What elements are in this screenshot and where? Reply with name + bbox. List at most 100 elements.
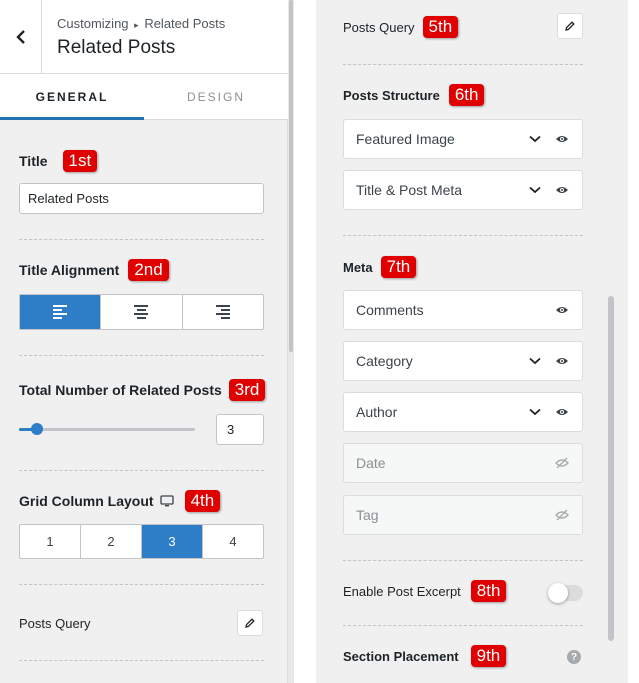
posts-query-row: Posts Query 5th [343,16,459,38]
meta-item-label: Author [356,404,398,420]
left-panel: Customizing ▸ Related Posts Related Post… [0,0,288,683]
meta-item-label: Date [356,455,386,471]
posts-query-edit-button-right[interactable] [557,13,583,39]
divider [19,239,264,240]
eye-icon[interactable] [554,405,570,419]
chevron-down-icon[interactable] [528,183,542,197]
divider [19,470,264,471]
divider [19,355,264,356]
title-alignment-label: Title Alignment [19,262,120,278]
align-center-button[interactable] [101,295,183,329]
title-label: Title [19,153,48,169]
total-related-label: Total Number of Related Posts [19,382,222,398]
step-badge-1st: 1st [62,150,98,172]
excerpt-label: Enable Post Excerpt [343,583,461,599]
meta-item-label: Tag [356,507,379,523]
posts-structure-row: Posts Structure 6th [343,84,485,106]
right-edge-strip [628,0,639,683]
total-slider-handle[interactable] [30,423,43,435]
total-section-label: Total Number of Related Posts 3rd [19,379,266,401]
chevron-left-icon [15,30,25,44]
page-title: Related Posts [57,37,176,58]
divider [19,584,264,585]
excerpt-toggle[interactable] [548,583,583,603]
meta-item-tag[interactable]: Tag [343,495,583,535]
chevron-down-icon[interactable] [528,405,542,419]
meta-item-category[interactable]: Category [343,341,583,381]
eye-hidden-icon[interactable] [554,456,570,470]
toggle-knob [548,583,568,603]
tab-general[interactable]: GENERAL [0,74,144,120]
step-badge-7th: 7th [380,256,417,278]
pencil-icon [565,21,575,31]
grid-section-label: Grid Column Layout 4th [19,490,221,512]
posts-query-label-right: Posts Query [343,19,415,35]
step-badge-4th: 4th [184,490,221,512]
meta-label: Meta [343,259,373,275]
grid-option-1[interactable]: 1 [20,525,81,558]
breadcrumb-root: Customizing [57,16,129,31]
customizer-screen: Customizing ▸ Related Posts Related Post… [0,0,639,683]
help-icon[interactable]: ? [567,650,581,664]
step-badge-9th: 9th [470,645,507,667]
align-right-button[interactable] [183,295,263,329]
title-input[interactable] [19,183,264,214]
align-left-button[interactable] [20,295,102,329]
excerpt-row: Enable Post Excerpt 8th [343,580,507,602]
step-badge-5th: 5th [422,16,459,38]
grid-option-2[interactable]: 2 [81,525,142,558]
step-badge-8th: 8th [470,580,507,602]
pencil-icon [245,618,255,628]
divider [343,64,583,65]
posts-query-edit-button[interactable] [237,610,263,636]
grid-option-4[interactable]: 4 [203,525,263,558]
breadcrumb: Customizing ▸ Related Posts [57,16,225,31]
right-scrollbar-thumb[interactable] [608,296,614,641]
meta-row: Meta 7th [343,256,417,278]
align-right-icon [215,305,230,319]
eye-icon[interactable] [554,183,570,197]
tab-bar: GENERAL DESIGN [0,74,288,120]
breadcrumb-current: Related Posts [144,16,226,31]
posts-structure-label: Posts Structure [343,87,440,103]
divider [343,560,583,561]
structure-item-title-post-meta[interactable]: Title & Post Meta [343,170,583,210]
alignment-section-label: Title Alignment 2nd [19,259,169,281]
structure-item-label: Title & Post Meta [356,182,463,198]
step-badge-6th: 6th [448,84,485,106]
step-badge-2nd: 2nd [128,259,169,281]
structure-item-featured-image[interactable]: Featured Image [343,119,583,159]
desktop-icon[interactable] [159,495,174,507]
grid-column-label: Grid Column Layout [19,493,154,509]
chevron-down-icon[interactable] [528,132,542,146]
meta-item-label: Category [356,353,413,369]
divider [19,660,264,661]
breadcrumb-separator: ▸ [134,20,139,30]
eye-icon[interactable] [554,303,570,317]
align-left-icon [53,305,68,319]
eye-icon[interactable] [554,354,570,368]
customizer-header: Customizing ▸ Related Posts Related Post… [0,0,288,74]
meta-item-comments[interactable]: Comments [343,290,583,330]
chevron-down-icon[interactable] [528,354,542,368]
align-center-icon [134,305,149,319]
structure-item-label: Featured Image [356,131,455,147]
step-badge-3rd: 3rd [228,379,266,401]
divider [343,235,583,236]
posts-query-label: Posts Query [19,616,91,631]
section-placement-label: Section Placement [343,648,459,664]
meta-item-author[interactable]: Author [343,392,583,432]
total-number-input[interactable] [216,414,264,445]
back-button[interactable] [0,0,42,74]
eye-hidden-icon[interactable] [554,508,570,522]
total-slider-track[interactable] [19,428,195,431]
grid-option-3[interactable]: 3 [142,525,203,558]
eye-icon[interactable] [554,132,570,146]
placement-row: Section Placement 9th [343,645,507,667]
title-alignment-control [19,294,264,330]
meta-item-date[interactable]: Date [343,443,583,483]
title-section-label: Title 1st [19,150,98,172]
tab-design[interactable]: DESIGN [144,74,288,119]
meta-item-label: Comments [356,302,424,318]
left-scrollbar-thumb[interactable] [289,0,293,352]
